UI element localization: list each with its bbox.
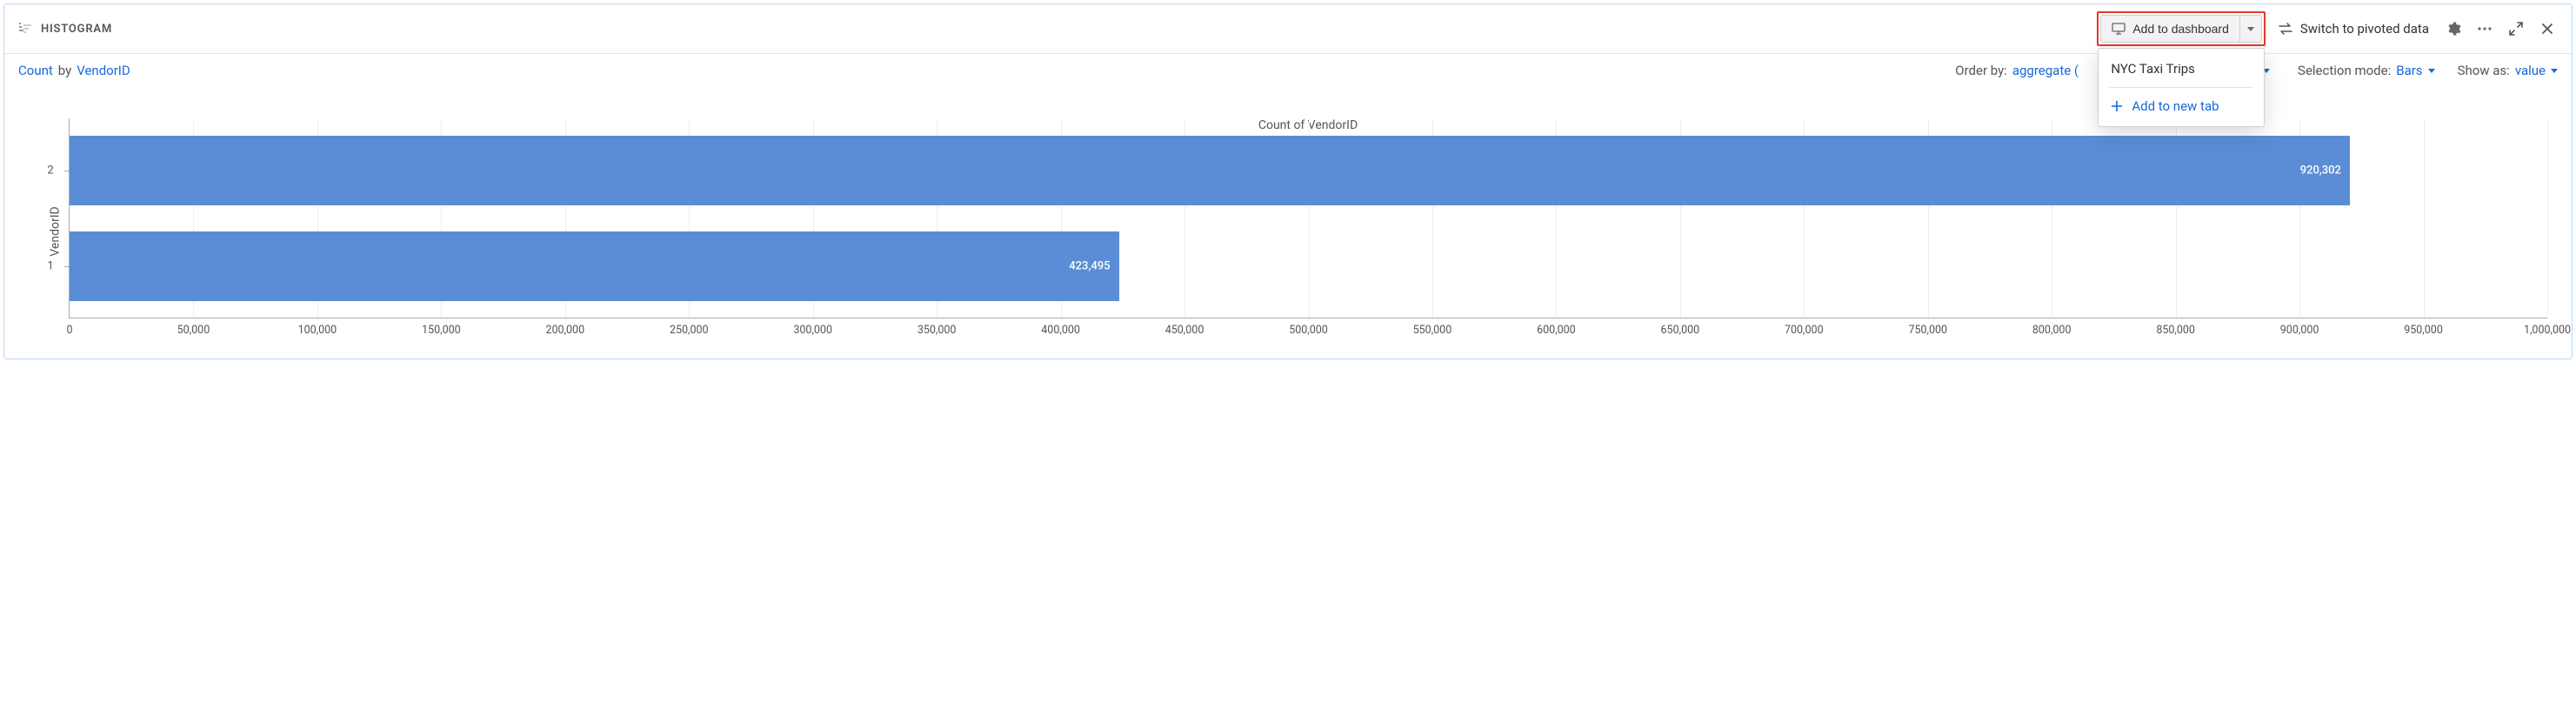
- x-tick-label: 450,000: [1165, 324, 1205, 337]
- gridline: [2547, 118, 2548, 318]
- y-tick-label: 2: [47, 164, 53, 178]
- bar-value-label: 920,302: [2300, 164, 2341, 178]
- x-tick-label: 600,000: [1537, 324, 1576, 337]
- chevron-down-icon: [2428, 69, 2435, 73]
- vendorid-link[interactable]: VendorID: [77, 63, 130, 78]
- switch-pivot-button[interactable]: Switch to pivoted data: [2272, 17, 2434, 41]
- plot-region: 050,000100,000150,000200,000250,000300,0…: [69, 118, 2547, 318]
- switch-pivot-label: Switch to pivoted data: [2300, 21, 2429, 37]
- dropdown-item-label: NYC Taxi Trips: [2111, 61, 2195, 77]
- title-summary: Count by VendorID: [18, 63, 130, 78]
- expand-button[interactable]: [2504, 17, 2528, 41]
- more-button[interactable]: [2473, 17, 2497, 41]
- x-tick-label: 400,000: [1041, 324, 1080, 337]
- dropdown-item-nyc-taxi[interactable]: NYC Taxi Trips: [2099, 54, 2264, 84]
- presentation-icon: [2112, 23, 2126, 35]
- add-to-dashboard-highlight: Add to dashboard NYC Taxi Trips Add to n…: [2097, 11, 2266, 46]
- x-tick-label: 700,000: [1785, 324, 1824, 337]
- selection-mode-label: Selection mode:: [2298, 63, 2391, 78]
- add-to-dashboard-label: Add to dashboard: [2132, 22, 2229, 36]
- histogram-panel: HISTOGRAM Add to dashboard NYC Taxi Trip…: [3, 3, 2573, 359]
- x-tick-label: 650,000: [1661, 324, 1700, 337]
- chevron-down-icon: [2551, 69, 2558, 73]
- x-tick-label: 850,000: [2156, 324, 2195, 337]
- y-axis-title: VendorID: [49, 206, 63, 256]
- bar-value-label: 423,495: [1069, 260, 1110, 273]
- dashboard-dropdown-menu: NYC Taxi Trips Add to new tab: [2098, 48, 2265, 127]
- chevron-down-icon: [2247, 27, 2254, 31]
- y-tick-label: 1: [47, 260, 53, 273]
- close-button[interactable]: [2535, 17, 2559, 41]
- by-label: by: [58, 63, 71, 78]
- x-tick-label: 0: [66, 324, 72, 337]
- show-as-select[interactable]: value: [2515, 63, 2558, 78]
- histogram-icon: [17, 17, 34, 41]
- show-as-value: value: [2515, 63, 2546, 78]
- x-tick-label: 550,000: [1413, 324, 1452, 337]
- order-by-label: Order by:: [1955, 63, 2007, 78]
- add-to-dashboard-group: Add to dashboard: [2100, 15, 2262, 43]
- settings-button[interactable]: [2441, 17, 2466, 41]
- x-tick-label: 250,000: [670, 324, 709, 337]
- gear-icon: [2446, 21, 2461, 37]
- x-tick-label: 50,000: [177, 324, 210, 337]
- dots-icon: [2477, 21, 2493, 37]
- selection-mode-value: Bars: [2396, 63, 2422, 78]
- gridline: [2424, 118, 2425, 318]
- x-tick-label: 1,000,000: [2524, 324, 2571, 337]
- close-icon: [2541, 23, 2553, 35]
- dropdown-divider: [2109, 87, 2253, 88]
- x-tick-label: 800,000: [2032, 324, 2072, 337]
- x-tick-label: 900,000: [2280, 324, 2319, 337]
- bar[interactable]: 423,495: [70, 231, 1119, 301]
- chart: VendorID 050,000100,000150,000200,000250…: [69, 118, 2547, 345]
- x-tick-label: 750,000: [1908, 324, 1947, 337]
- x-tick-label: 100,000: [298, 324, 337, 337]
- order-by-select[interactable]: aggregate (: [2012, 63, 2079, 78]
- order-by-value: aggregate (: [2012, 63, 2079, 78]
- plus-icon: [2111, 100, 2123, 112]
- x-tick-label: 950,000: [2404, 324, 2443, 337]
- bar[interactable]: 920,302: [70, 136, 2350, 205]
- selection-mode-select[interactable]: Bars: [2396, 63, 2434, 78]
- order-by-control: Order by: aggregate (: [1955, 63, 2079, 78]
- dropdown-add-new-tab-label: Add to new tab: [2132, 98, 2219, 114]
- panel-title: HISTOGRAM: [41, 23, 112, 36]
- panel-header: HISTOGRAM Add to dashboard NYC Taxi Trip…: [4, 4, 2572, 54]
- add-to-dashboard-caret-button[interactable]: [2240, 15, 2262, 43]
- add-to-dashboard-button[interactable]: Add to dashboard: [2100, 15, 2240, 43]
- show-as-label: Show as:: [2458, 63, 2510, 78]
- x-tick-label: 500,000: [1289, 324, 1328, 337]
- swap-icon: [2278, 22, 2293, 36]
- x-tick-label: 200,000: [545, 324, 584, 337]
- x-tick-label: 150,000: [422, 324, 461, 337]
- dropdown-add-new-tab[interactable]: Add to new tab: [2099, 91, 2264, 121]
- expand-icon: [2509, 22, 2523, 36]
- x-tick-label: 350,000: [918, 324, 957, 337]
- selection-mode-control: Selection mode: Bars: [2298, 63, 2435, 78]
- show-as-control: Show as: value: [2458, 63, 2558, 78]
- count-link[interactable]: Count: [18, 63, 53, 78]
- x-tick-label: 300,000: [793, 324, 832, 337]
